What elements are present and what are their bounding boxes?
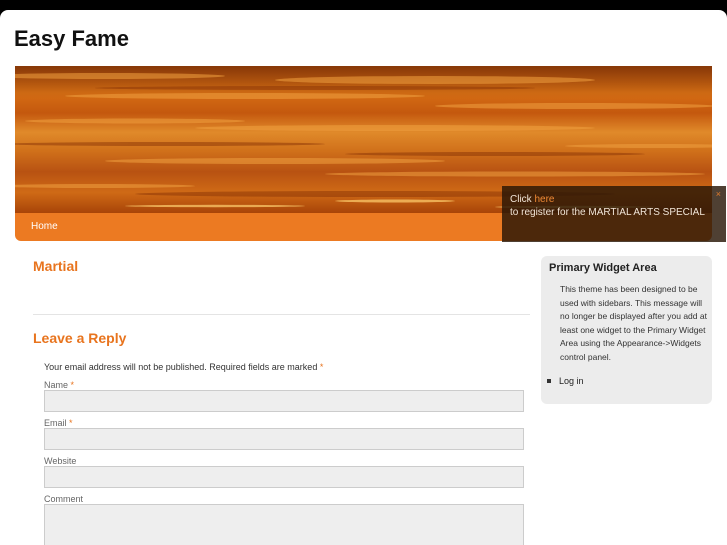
popup-prefix: Click xyxy=(510,194,535,205)
page: Easy Fame Home × Click here to register … xyxy=(0,10,727,545)
name-field[interactable] xyxy=(44,390,524,412)
post-title[interactable]: Martial xyxy=(33,258,78,274)
name-label-text: Name xyxy=(44,380,69,390)
bullet-icon xyxy=(547,379,551,383)
email-label: Email * xyxy=(44,418,73,428)
widget-title: Primary Widget Area xyxy=(549,262,657,274)
popup-line-1: Click here xyxy=(510,193,726,206)
required-mark: * xyxy=(70,380,75,390)
reply-title: Leave a Reply xyxy=(33,330,127,346)
popup-message: to register for the MARTIAL ARTS SPECIAL xyxy=(510,207,705,218)
primary-widget-area: Primary Widget Area This theme has been … xyxy=(541,256,712,404)
comment-notes-text: Your email address will not be published… xyxy=(44,362,320,372)
required-mark: * xyxy=(319,362,324,372)
close-icon[interactable]: × xyxy=(716,188,721,201)
login-link-label[interactable]: Log in xyxy=(559,376,584,386)
comment-textarea[interactable] xyxy=(44,504,524,545)
comment-label: Comment xyxy=(44,494,84,504)
widget-text: This theme has been designed to be used … xyxy=(560,284,707,362)
widget-links: Log in xyxy=(547,376,584,386)
website-label: Website xyxy=(44,456,77,466)
comment-notes: Your email address will not be published… xyxy=(44,362,323,372)
required-mark: * xyxy=(69,418,73,428)
registration-popup: × Click here to register for the MARTIAL… xyxy=(502,186,726,242)
website-field[interactable] xyxy=(44,466,524,488)
nav-item-home[interactable]: Home xyxy=(31,221,58,232)
popup-link-here[interactable]: here xyxy=(534,194,554,205)
login-link[interactable]: Log in xyxy=(547,376,584,386)
name-label: Name * xyxy=(44,380,74,390)
site-title[interactable]: Easy Fame xyxy=(14,26,129,52)
email-label-text: Email xyxy=(44,418,67,428)
email-field[interactable] xyxy=(44,428,524,450)
divider xyxy=(33,314,530,315)
